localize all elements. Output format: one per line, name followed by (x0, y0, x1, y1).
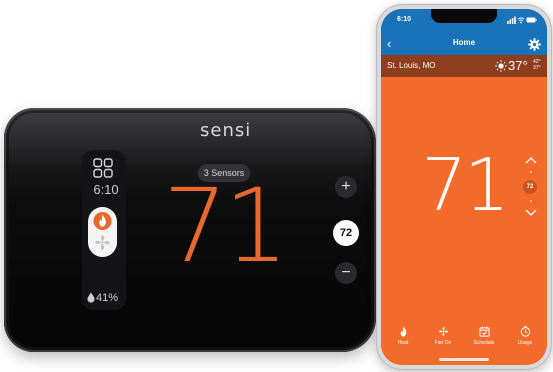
weather-bar: St. Louis, MO 37° 42° 37° (381, 55, 547, 77)
phone-notch (431, 9, 497, 23)
current-temperature: 71 (163, 167, 289, 286)
home-indicator (439, 358, 489, 361)
humidity-readout: 41% (96, 292, 119, 304)
flame-icon (400, 326, 406, 337)
clock-icon (520, 326, 530, 337)
tab-heat-label: Heat (397, 340, 409, 346)
tab-schedule-label: Schedule (473, 340, 495, 346)
tab-schedule[interactable]: Schedule (466, 326, 502, 346)
flame-icon[interactable] (93, 211, 112, 231)
phone-current-temperature: 71 (421, 143, 510, 227)
tab-fan-label: Fan On (434, 340, 452, 346)
nav-title: Home (452, 38, 476, 47)
humidity-icon (87, 292, 95, 303)
chevron-down-icon[interactable] (525, 209, 537, 217)
signal-wifi-battery-icon (507, 16, 537, 24)
phone-screen: 6:10 ‹ Home St. Louis, MO 37° 42° 37° 71… (381, 9, 547, 365)
location-label: St. Louis, MO (387, 61, 436, 70)
status-bar: 6:10 (381, 9, 547, 35)
scale-dot (529, 200, 532, 202)
tab-usage-label: Usage (517, 340, 533, 346)
decrease-temp-button[interactable]: − (335, 262, 357, 284)
grid-menu-icon[interactable] (93, 158, 113, 178)
calendar-icon (478, 326, 490, 337)
gear-icon[interactable] (528, 38, 541, 51)
brand-logo: sensi (200, 120, 252, 141)
setpoint-badge: 72 (333, 220, 359, 246)
chevron-up-icon[interactable] (525, 156, 537, 164)
fan-icon (438, 327, 448, 336)
scale-dot (529, 171, 532, 173)
status-time: 6:10 (397, 16, 412, 23)
tab-fan[interactable]: Fan On (425, 326, 461, 346)
tab-usage[interactable]: Usage (507, 326, 543, 346)
sun-icon (495, 60, 507, 72)
outdoor-temperature: 37° (508, 58, 528, 73)
nav-bar: ‹ Home (381, 35, 547, 55)
outdoor-low: 37° (533, 65, 541, 71)
tab-heat[interactable]: Heat (385, 326, 421, 346)
outdoor-high-low: 42° 37° (533, 59, 541, 71)
phone-setpoint-badge: 72 (523, 180, 537, 194)
increase-temp-button[interactable]: + (335, 176, 357, 198)
device-time: 6:10 (93, 182, 119, 197)
fan-icon[interactable] (93, 233, 112, 252)
